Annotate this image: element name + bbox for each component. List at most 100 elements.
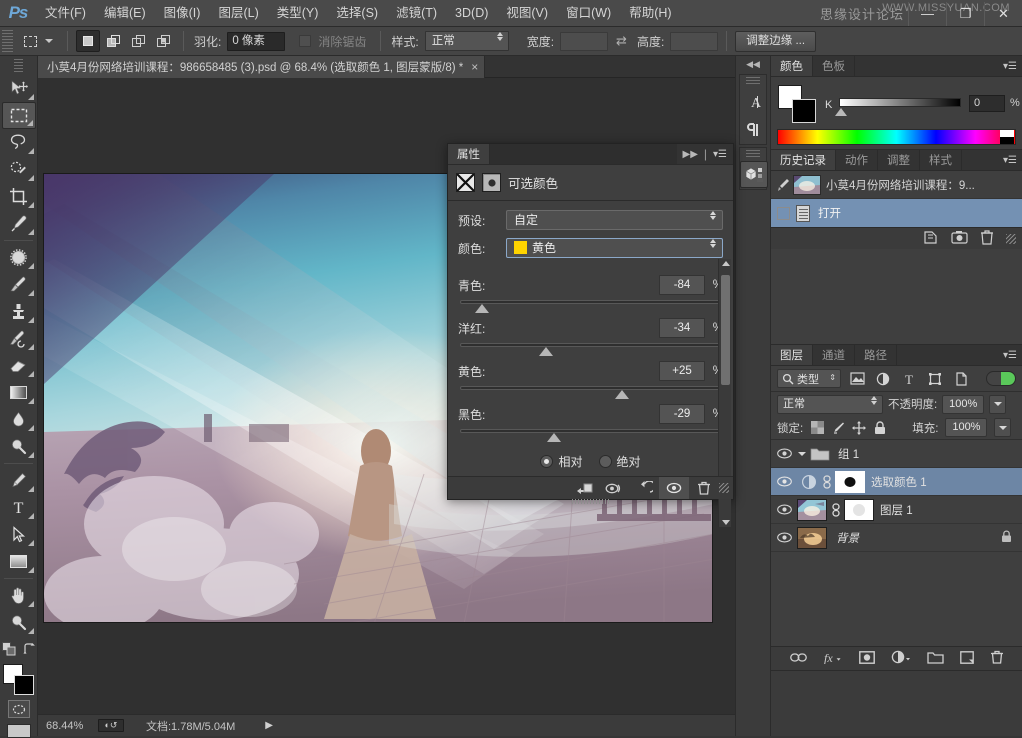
character-panel-icon[interactable]: A — [740, 88, 768, 115]
menu-image[interactable]: 图像(I) — [155, 0, 210, 27]
move-tool[interactable] — [2, 75, 36, 102]
filter-pixel-layers-icon[interactable] — [847, 369, 867, 389]
new-layer-icon[interactable] — [960, 651, 974, 667]
cyan-slider-thumb[interactable] — [475, 304, 489, 313]
dodge-tool[interactable] — [2, 433, 36, 460]
history-snapshot-row[interactable]: 小莫4月份网络培训课程：9... — [771, 171, 1022, 199]
layer-row-group[interactable]: 组 1 — [771, 440, 1022, 468]
tab-actions[interactable]: 动作 — [836, 150, 878, 170]
blur-tool[interactable] — [2, 406, 36, 433]
magenta-slider-thumb[interactable] — [539, 347, 553, 356]
collapse-properties-icon[interactable]: ▶▶ — [683, 149, 698, 160]
foreground-background-colors[interactable] — [2, 664, 36, 696]
layer-mask-thumbnail[interactable] — [835, 471, 865, 493]
tab-layers[interactable]: 图层 — [771, 345, 813, 365]
history-brush-tool[interactable] — [2, 325, 36, 352]
lock-all-icon[interactable] — [873, 421, 887, 435]
delete-layer-icon[interactable] — [990, 650, 1004, 667]
options-bar-grip[interactable] — [2, 30, 13, 52]
toolbar-grip[interactable] — [14, 59, 23, 73]
layer-row-selective-color[interactable]: 选取颜色 1 — [771, 468, 1022, 496]
layer-filter-enable-toggle[interactable] — [986, 371, 1016, 386]
type-group-grip[interactable] — [746, 77, 760, 86]
k-channel-value[interactable]: 0 — [969, 95, 1005, 112]
style-select[interactable]: 正常 — [425, 31, 509, 51]
menu-filter[interactable]: 滤镜(T) — [387, 0, 446, 27]
menu-type[interactable]: 类型(Y) — [268, 0, 328, 27]
swap-colors-icon[interactable] — [23, 642, 36, 658]
menu-help[interactable]: 帮助(H) — [620, 0, 680, 27]
swap-width-height-icon[interactable]: ⇄ — [616, 33, 627, 49]
3d-group-grip[interactable] — [746, 150, 760, 159]
preview-previous-state-icon[interactable] — [599, 477, 629, 499]
status-menu-arrow-icon[interactable]: ▶ — [265, 720, 273, 731]
layer-visibility-toggle[interactable] — [771, 448, 797, 459]
relative-radio-option[interactable]: 相对 — [540, 453, 582, 470]
background-color-swatch[interactable] — [14, 675, 34, 695]
layer-visibility-toggle[interactable] — [771, 476, 797, 487]
tab-color[interactable]: 颜色 — [771, 56, 813, 76]
menu-layer[interactable]: 图层(L) — [209, 0, 267, 27]
properties-panel[interactable]: 属性 ▶▶ | ▾☰ 可选颜色 预设: 自定 颜色: 黄色 — [447, 143, 734, 500]
quick-selection-tool[interactable] — [2, 156, 36, 183]
adjustment-layer-thumbnail[interactable] — [797, 474, 821, 490]
lock-position-icon[interactable] — [852, 421, 866, 435]
cyan-slider-track[interactable] — [460, 300, 721, 304]
minimize-icon[interactable]: — — [908, 2, 946, 26]
add-to-selection-button[interactable] — [101, 30, 125, 52]
tab-properties[interactable]: 属性 — [448, 144, 490, 164]
antialias-checkbox[interactable] — [299, 35, 311, 47]
scroll-down-arrow-icon[interactable] — [722, 520, 730, 525]
3d-panel-icon[interactable] — [740, 161, 768, 188]
eyedropper-tool[interactable] — [2, 210, 36, 237]
toggle-layer-visibility-icon[interactable] — [659, 477, 689, 499]
menu-3d[interactable]: 3D(D) — [446, 0, 497, 27]
color-panel-menu-icon[interactable]: ▾☰ — [1003, 61, 1017, 72]
filter-type-layers-icon[interactable]: T — [899, 369, 919, 389]
history-state-toggle[interactable] — [777, 207, 790, 220]
opacity-value[interactable]: 100% — [942, 395, 984, 414]
black-slider-track[interactable] — [460, 429, 721, 433]
close-document-icon[interactable]: × — [471, 60, 478, 74]
tab-adjustments[interactable]: 调整 — [878, 150, 920, 170]
subtract-from-selection-button[interactable] — [126, 30, 150, 52]
default-colors-icon[interactable] — [2, 642, 16, 659]
reset-adjustment-icon[interactable] — [629, 477, 659, 499]
yellow-value[interactable]: +25 — [659, 361, 705, 381]
lock-image-pixels-icon[interactable] — [831, 421, 845, 435]
tab-history[interactable]: 历史记录 — [771, 150, 836, 170]
tool-preset-chevron-icon[interactable] — [45, 39, 53, 43]
current-tool-preset-icon[interactable] — [17, 30, 43, 52]
cyan-value[interactable]: -84 — [659, 275, 705, 295]
layer-visibility-toggle[interactable] — [771, 532, 797, 543]
feather-input[interactable]: 0 像素 — [227, 32, 285, 51]
menu-select[interactable]: 选择(S) — [327, 0, 387, 27]
preset-select[interactable]: 自定 — [506, 210, 723, 230]
delete-state-icon[interactable] — [980, 230, 994, 248]
link-layers-icon[interactable] — [790, 652, 807, 666]
crop-tool[interactable] — [2, 183, 36, 210]
new-snapshot-icon[interactable] — [951, 230, 968, 247]
history-state-row[interactable]: 打开 — [771, 199, 1022, 227]
quick-mask-toggle[interactable] — [8, 700, 30, 718]
link-mask-icon[interactable] — [830, 503, 841, 517]
yellow-slider-track[interactable] — [460, 386, 721, 390]
magenta-value[interactable]: -34 — [659, 318, 705, 338]
clone-stamp-tool[interactable] — [2, 298, 36, 325]
layer-row-layer1[interactable]: 图层 1 — [771, 496, 1022, 524]
layers-panel-menu-icon[interactable]: ▾☰ — [1003, 350, 1017, 361]
new-document-from-state-icon[interactable] — [922, 230, 939, 248]
history-resize-grip[interactable] — [1006, 234, 1016, 244]
absolute-radio-option[interactable]: 绝对 — [599, 453, 641, 470]
layer-thumbnail[interactable] — [797, 527, 827, 549]
magenta-slider-track[interactable] — [460, 343, 721, 347]
pen-tool[interactable] — [2, 467, 36, 494]
intersect-selection-button[interactable] — [151, 30, 175, 52]
menu-file[interactable]: 文件(F) — [36, 0, 95, 27]
color-spectrum-ramp[interactable] — [777, 129, 1016, 145]
black-value[interactable]: -29 — [659, 404, 705, 424]
black-slider-thumb[interactable] — [547, 433, 561, 442]
clip-to-layer-icon[interactable] — [569, 477, 599, 499]
tab-channels[interactable]: 通道 — [813, 345, 855, 365]
lasso-tool[interactable] — [2, 129, 36, 156]
